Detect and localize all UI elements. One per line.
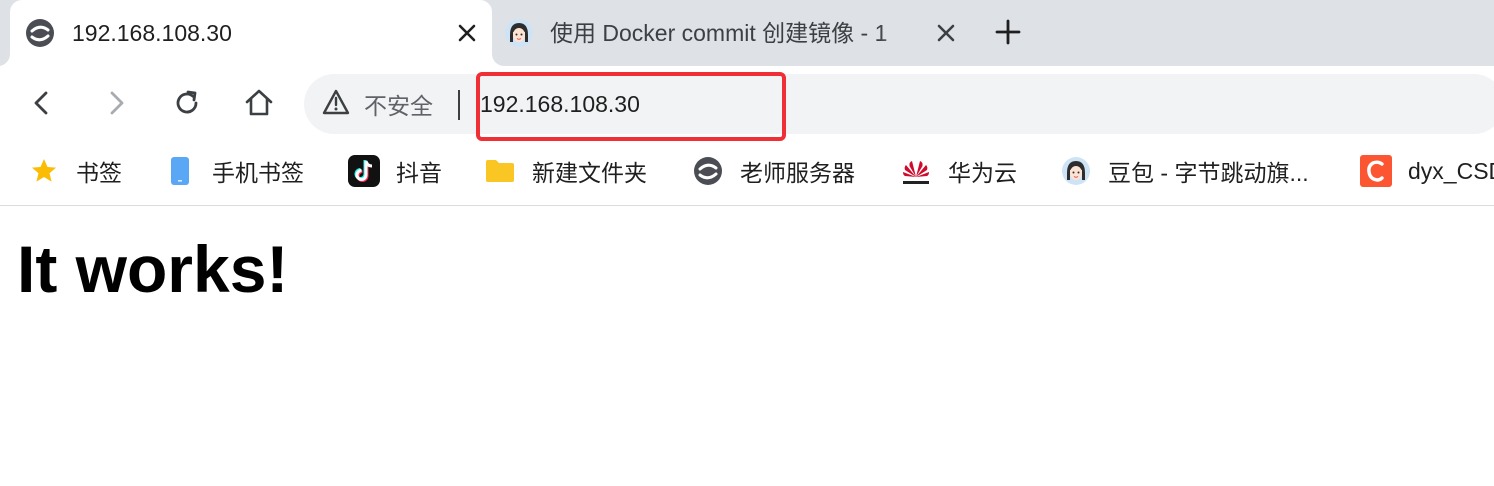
douyin-icon [348, 155, 380, 187]
bookmark-label: dyx_CSDN [1408, 157, 1494, 184]
new-tab-button[interactable] [990, 16, 1026, 52]
tab-active[interactable]: 192.168.108.30 [0, 0, 504, 66]
bookmark-item[interactable]: 手机书签 [164, 154, 304, 188]
edge-style-browser-icon [692, 155, 724, 187]
back-button[interactable] [22, 85, 62, 125]
mobile-icon [164, 155, 196, 187]
home-button[interactable] [239, 85, 279, 125]
bookmark-label: 华为云 [948, 160, 1017, 186]
plus-icon [995, 19, 1021, 50]
tab-title: 使用 Docker commit 创建镜像 - 1 [550, 20, 888, 46]
forward-arrow-icon [103, 90, 129, 121]
close-tab-icon[interactable] [932, 19, 960, 47]
security-indicator[interactable]: 不安全 [322, 89, 433, 119]
back-arrow-icon [29, 90, 55, 121]
forward-button[interactable] [96, 85, 136, 125]
home-icon [244, 88, 274, 123]
page-content: It works! [0, 207, 1494, 486]
csdn-icon [1360, 155, 1392, 187]
reload-button[interactable] [167, 85, 207, 125]
warning-triangle-icon [322, 89, 350, 120]
bookmark-item[interactable]: 抖音 [348, 154, 442, 188]
bookmark-label: 老师服务器 [740, 160, 855, 186]
bookmark-item[interactable]: 豆包 - 字节跳动旗... [1060, 154, 1309, 188]
bookmark-item[interactable]: dyx_CSDN [1360, 154, 1494, 188]
star-icon [28, 155, 60, 187]
doubao-avatar-icon [504, 18, 534, 48]
reload-icon [173, 89, 201, 122]
edge-style-browser-icon [25, 18, 55, 48]
bookmarks-bar: 书签 手机书签 抖音 新建文件夹 老师服务器 华为云 豆包 - 字节跳动旗...… [0, 142, 1494, 206]
page-heading: It works! [17, 232, 289, 306]
tab-title: 192.168.108.30 [72, 20, 232, 46]
bookmark-label: 新建文件夹 [532, 160, 647, 186]
bookmark-label: 抖音 [396, 160, 442, 186]
bookmark-label: 豆包 - 字节跳动旗... [1108, 160, 1309, 186]
address-divider [458, 90, 460, 120]
bookmark-label: 书签 [76, 160, 122, 186]
bookmark-item[interactable]: 新建文件夹 [484, 154, 647, 188]
folder-icon [484, 155, 516, 187]
bookmark-item[interactable]: 华为云 [900, 154, 1017, 188]
doubao-avatar-icon [1060, 155, 1092, 187]
tab-inactive[interactable]: 使用 Docker commit 创建镜像 - 1 [496, 0, 970, 66]
url-highlight-annotation [476, 72, 786, 141]
close-tab-icon[interactable] [453, 19, 481, 47]
tab-strip: 192.168.108.30 使用 Docker commit 创建镜像 - 1 [0, 0, 1494, 66]
bookmark-label: 手机书签 [212, 160, 304, 186]
huawei-icon [900, 155, 932, 187]
bookmark-item[interactable]: 老师服务器 [692, 154, 855, 188]
bookmark-item[interactable]: 书签 [28, 154, 122, 188]
security-label: 不安全 [364, 93, 433, 119]
